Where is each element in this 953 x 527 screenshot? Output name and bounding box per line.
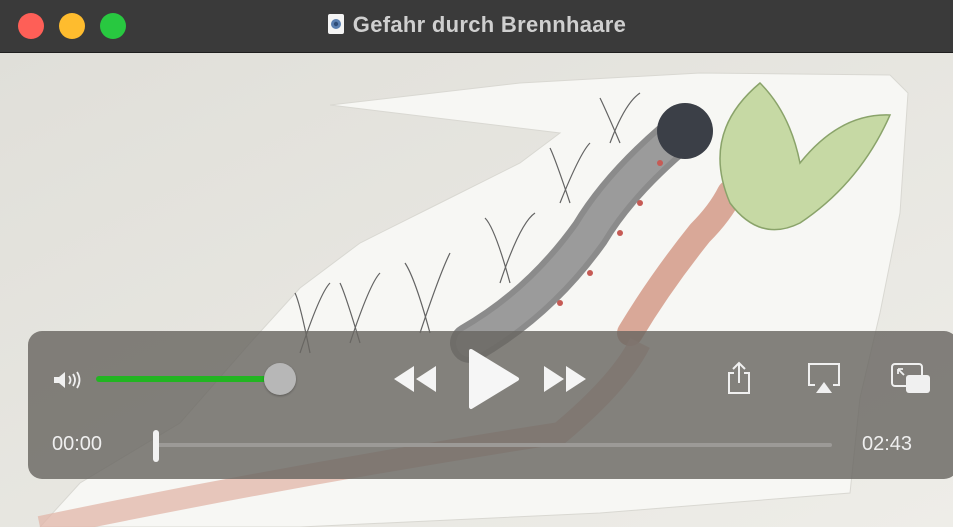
video-player-window: Gefahr durch Brennhaare 00:00 02:43 xyxy=(0,0,953,527)
window-title: Gefahr durch Brennhaare xyxy=(352,12,627,37)
current-time: 00:00 xyxy=(52,433,103,455)
rewind-icon[interactable] xyxy=(392,364,438,394)
scrubber-track[interactable] xyxy=(156,443,832,447)
share-icon[interactable] xyxy=(726,361,752,395)
volume-slider-track[interactable] xyxy=(96,376,282,382)
volume-slider-knob[interactable] xyxy=(264,363,296,395)
fast-forward-icon[interactable] xyxy=(542,364,588,394)
airplay-icon[interactable] xyxy=(806,361,842,395)
window-title-area: Gefahr durch Brennhaare xyxy=(0,12,953,38)
duration-time: 02:43 xyxy=(862,433,913,455)
playback-controls: 00:00 02:43 xyxy=(28,331,953,479)
title-bar[interactable]: Gefahr durch Brennhaare xyxy=(0,0,953,53)
volume-icon[interactable] xyxy=(52,369,88,391)
scrubber-playhead[interactable] xyxy=(153,430,159,462)
play-icon[interactable] xyxy=(465,347,521,411)
picture-in-picture-icon[interactable] xyxy=(890,361,932,395)
document-icon xyxy=(327,14,344,34)
